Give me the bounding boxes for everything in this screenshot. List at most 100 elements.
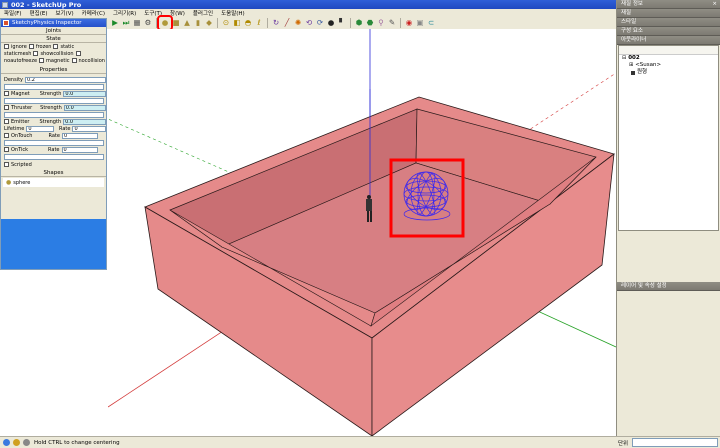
shape-row: ● sphere <box>3 178 104 187</box>
stop-icon[interactable]: ⏭ <box>121 18 131 28</box>
lifetime-input[interactable]: 0 <box>26 125 54 132</box>
outliner-root[interactable]: ⊟ 002 <box>619 55 718 62</box>
reset-icon[interactable]: ▦ <box>132 18 142 28</box>
collapse-icon[interactable]: ⊟ <box>622 55 626 62</box>
drawing-viewport[interactable] <box>108 29 616 436</box>
tray-panel-styles[interactable]: 스타일 <box>617 18 720 27</box>
scene-canvas <box>108 29 616 436</box>
emitter-rate-input[interactable]: 0 <box>72 125 106 132</box>
tray-panel-materials[interactable]: 재질 <box>617 9 720 18</box>
spring-icon[interactable]: ⟲ <box>304 18 314 28</box>
corkscrew-icon[interactable]: ⟳ <box>315 18 325 28</box>
noautofreeze-checkbox[interactable] <box>39 58 45 63</box>
cone-icon[interactable]: ▲ <box>182 18 192 28</box>
box-icon[interactable]: ■ <box>171 18 181 28</box>
inspector-empty-area <box>1 219 106 269</box>
thruster-icon[interactable]: ✎ <box>387 18 397 28</box>
play-icon[interactable]: ▶ <box>110 18 120 28</box>
sketchup-window: 002 - SketchUp Pro _ □ × 파일(F) 편집(E) 보기(… <box>0 0 720 448</box>
sphere-icon[interactable]: ● <box>157 14 173 31</box>
measurements-input[interactable] <box>632 438 718 447</box>
line-tool-icon[interactable]: ╱ <box>282 18 292 28</box>
density-input[interactable]: 0.2 <box>25 76 106 83</box>
sphere-shape-icon: ● <box>6 179 12 186</box>
scripted-checkbox[interactable] <box>4 162 9 167</box>
servo-icon[interactable]: ◓ <box>243 18 253 28</box>
density-bar[interactable] <box>4 83 104 90</box>
ontouch-rate-input[interactable]: 0 <box>61 132 98 139</box>
close-icon[interactable] <box>3 20 9 26</box>
sketchyphysics-inspector: SketchyPhysics Inspector Joints State ig… <box>0 18 107 270</box>
measurements-label: 단위 <box>618 441 629 447</box>
state-row-1: ignore frozen static <box>1 43 106 50</box>
connector-icon[interactable]: ◆ <box>204 18 214 28</box>
properties-header: Properties <box>1 66 106 74</box>
sketchup-app-icon <box>2 1 8 8</box>
link-icon[interactable]: ⊂ <box>426 18 436 28</box>
shapes-header: Shapes <box>1 169 106 177</box>
state-row-3: noautofreeze magnetic nocollision <box>4 57 105 64</box>
emitter-row: Emitter Strength 0.0 <box>1 118 106 125</box>
magnet-checkbox[interactable] <box>4 91 9 96</box>
ontouch-checkbox[interactable] <box>4 133 9 138</box>
gear-joint-icon[interactable]: ⬢ <box>354 18 364 28</box>
state-header: State <box>1 35 106 43</box>
slider-icon[interactable]: ◧ <box>232 18 242 28</box>
emitter-checkbox[interactable] <box>4 119 9 124</box>
joints-header[interactable]: Joints <box>1 27 106 35</box>
ontick-rate-input[interactable]: 0 <box>61 146 98 153</box>
ball-joint-icon[interactable]: ● <box>326 18 336 28</box>
joint-icon[interactable]: ⚙ <box>143 18 153 28</box>
magnet-icon[interactable]: ▘ <box>337 18 347 28</box>
frozen-checkbox[interactable] <box>28 44 34 49</box>
outliner-item-susan[interactable]: ⊞ <Susan> <box>619 62 718 69</box>
status-bar: Hold CTRL to change centering 단위 <box>0 436 720 448</box>
camera-icon[interactable]: ▣ <box>415 18 425 28</box>
magnet-bar[interactable] <box>4 97 104 104</box>
motor-icon[interactable]: ⚲ <box>376 18 386 28</box>
default-tray: 재질 정보 × 재질 스타일 구성 요소 아웃라이너 ⊟ 002 ⊞ <Susan… <box>616 0 720 436</box>
magnet-strength-input[interactable]: 0.0 <box>63 90 106 97</box>
gyro-icon[interactable]: ⬣ <box>365 18 375 28</box>
lifetime-row: Lifetime 0 Rate 0 <box>1 125 106 132</box>
record-icon[interactable]: ◉ <box>404 18 414 28</box>
ignore-checkbox[interactable] <box>4 44 9 49</box>
outliner-item-circle[interactable]: 원형 <box>619 69 718 76</box>
help-icon[interactable] <box>23 439 30 446</box>
cylinder-icon[interactable]: ▮ <box>193 18 203 28</box>
emitter-strength-input[interactable]: 0.0 <box>63 118 106 125</box>
static-checkbox[interactable] <box>53 44 59 49</box>
thruster-checkbox[interactable] <box>4 105 9 110</box>
showcollision-checkbox[interactable] <box>75 51 81 56</box>
piston-icon[interactable]: ℓ <box>254 18 264 28</box>
magnetic-checkbox[interactable] <box>71 58 77 63</box>
ontouch-script-input[interactable] <box>4 139 104 146</box>
staticmesh-checkbox[interactable] <box>33 51 39 56</box>
circle-joint-icon[interactable]: ✺ <box>293 18 303 28</box>
title-bar: 002 - SketchUp Pro _ □ × <box>0 0 720 9</box>
density-row: Density 0.2 <box>1 76 106 83</box>
group-icon <box>631 70 635 75</box>
outliner-tree: ⊟ 002 ⊞ <Susan> 원형 <box>618 45 719 231</box>
thruster-bar[interactable] <box>4 111 104 118</box>
fixed-joint-icon[interactable]: ⊙ <box>221 18 231 28</box>
ontick-checkbox[interactable] <box>4 147 9 152</box>
ontick-script-input[interactable] <box>4 153 104 160</box>
shape-select[interactable]: sphere <box>13 180 30 186</box>
rotate-icon[interactable]: ↻ <box>271 18 281 28</box>
magnet-row: Magnet Strength 0.0 <box>1 90 106 97</box>
geo-location-icon[interactable] <box>3 439 10 446</box>
tray-panel-layers[interactable]: 레이어 및 속성 설정 <box>617 282 720 291</box>
inspector-title: SketchyPhysics Inspector <box>12 20 82 26</box>
tray-panel-outliner[interactable]: 아웃라이너 <box>617 36 720 45</box>
outliner-filter-input[interactable] <box>619 46 718 55</box>
tray-panel-components[interactable]: 구성 요소 <box>617 27 720 36</box>
window-title: 002 - SketchUp Pro <box>11 0 82 9</box>
tray-panel-entity-info[interactable]: 재질 정보 × <box>617 0 720 9</box>
close-icon[interactable]: × <box>712 0 717 9</box>
sketchyphysics-toolbar: ▶ ⏭ ▦ ⚙ ● ■ ▲ ▮ ◆ ⊙ ◧ ◓ ℓ ↻ ╱ ✺ ⟲ ⟳ ● ▘ … <box>108 14 616 31</box>
expand-icon[interactable]: ⊞ <box>629 62 633 69</box>
credits-icon[interactable] <box>13 439 20 446</box>
thruster-strength-input[interactable]: 0.0 <box>63 104 106 111</box>
inspector-title-bar: SketchyPhysics Inspector <box>1 19 106 27</box>
